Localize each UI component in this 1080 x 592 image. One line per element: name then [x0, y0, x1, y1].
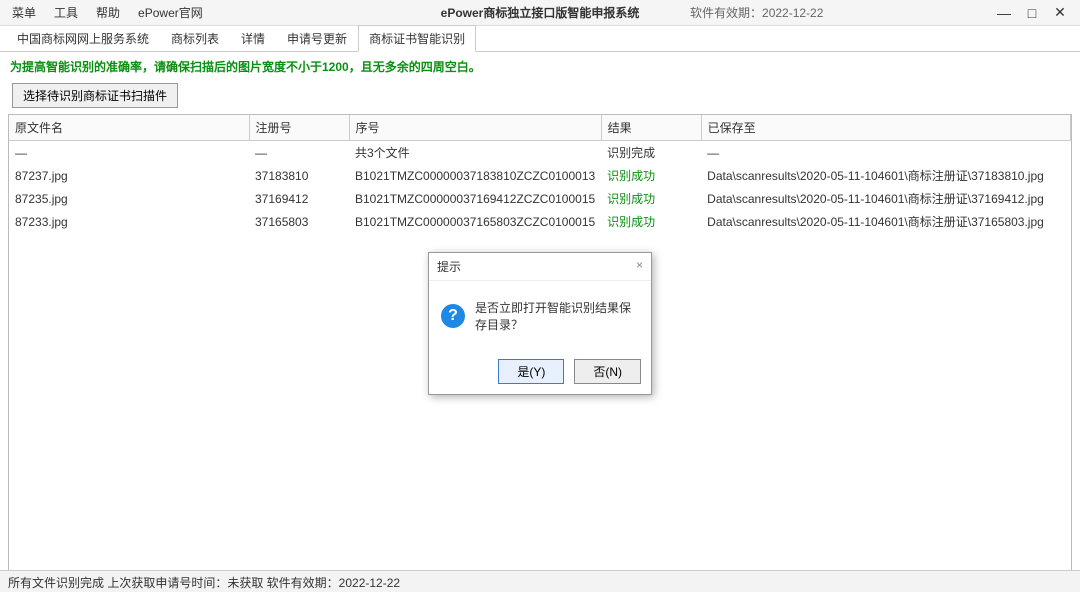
dialog-title-text: 提示 [437, 258, 461, 275]
dialog-message: 是否立即打开智能识别结果保存目录？ [475, 299, 639, 333]
dialog-yes-button[interactable]: 是(Y) [498, 359, 564, 384]
dialog-titlebar: 提示 × [429, 253, 651, 281]
confirm-dialog: 提示 × ? 是否立即打开智能识别结果保存目录？ 是(Y) 否(N) [428, 252, 652, 395]
dialog-body: ? 是否立即打开智能识别结果保存目录？ [429, 281, 651, 351]
dialog-overlay: 提示 × ? 是否立即打开智能识别结果保存目录？ 是(Y) 否(N) [0, 0, 1080, 592]
question-icon: ? [441, 304, 465, 328]
dialog-button-row: 是(Y) 否(N) [429, 351, 651, 394]
dialog-close-icon[interactable]: × [636, 258, 643, 275]
dialog-no-button[interactable]: 否(N) [574, 359, 641, 384]
